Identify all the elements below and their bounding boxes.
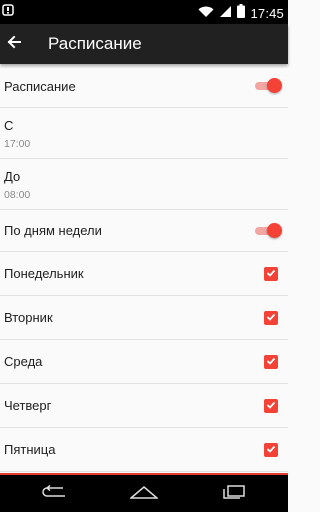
day-row-friday[interactable]: Пятница <box>0 428 288 472</box>
to-label: До <box>4 169 21 184</box>
wifi-icon <box>198 5 214 23</box>
check-icon <box>266 397 276 415</box>
to-time-value: 08:00 <box>4 189 31 201</box>
day-checkbox-tuesday[interactable] <box>264 311 278 325</box>
nav-home-button[interactable] <box>128 484 160 504</box>
day-checkbox-friday[interactable] <box>264 443 278 457</box>
day-row-tuesday[interactable]: Вторник <box>0 296 288 340</box>
status-bar: 17:45 <box>0 0 288 24</box>
by-weekdays-label: По дням недели <box>4 223 102 238</box>
system-nav-bar <box>0 475 288 512</box>
to-time-row[interactable]: До 08:00 <box>0 159 288 210</box>
status-time: 17:45 <box>250 6 284 21</box>
day-checkbox-monday[interactable] <box>264 267 278 281</box>
day-checkbox-wednesday[interactable] <box>264 355 278 369</box>
back-nav-icon <box>41 484 67 504</box>
schedule-toggle[interactable] <box>254 77 282 95</box>
schedule-label: Расписание <box>4 79 76 94</box>
arrow-back-icon <box>7 35 21 54</box>
by-weekdays-row[interactable]: По дням недели <box>0 210 288 252</box>
day-row-wednesday[interactable]: Среда <box>0 340 288 384</box>
from-time-row[interactable]: С 17:00 <box>0 108 288 159</box>
day-label: Среда <box>4 354 43 369</box>
day-label: Понедельник <box>4 266 84 281</box>
check-icon <box>266 309 276 327</box>
from-time-value: 17:00 <box>4 138 31 150</box>
battery-icon <box>237 4 246 23</box>
by-weekdays-toggle[interactable] <box>254 222 282 240</box>
back-button[interactable] <box>2 28 26 60</box>
page-title: Расписание <box>48 34 142 53</box>
nav-back-button[interactable] <box>40 484 68 504</box>
notification-icon <box>2 3 14 16</box>
app-bar: Расписание <box>0 24 288 64</box>
day-row-monday[interactable]: Понедельник <box>0 252 288 296</box>
screen: 17:45 Расписание Расписание С 17:00 До 0… <box>0 0 288 512</box>
home-nav-icon <box>128 485 160 504</box>
day-row-thursday[interactable]: Четверг <box>0 384 288 428</box>
toggle-thumb <box>267 223 282 238</box>
check-icon <box>266 265 276 283</box>
day-label: Вторник <box>4 310 53 325</box>
nav-recents-button[interactable] <box>220 484 248 504</box>
day-label: Пятница <box>4 442 56 457</box>
toggle-thumb <box>267 78 282 93</box>
recents-nav-icon <box>222 484 246 504</box>
check-icon <box>266 353 276 371</box>
day-label: Четверг <box>4 398 52 413</box>
settings-list: Расписание С 17:00 До 08:00 По дням неде… <box>0 64 288 474</box>
schedule-setting-row[interactable]: Расписание <box>0 64 288 108</box>
day-checkbox-thursday[interactable] <box>264 399 278 413</box>
signal-icon <box>219 5 232 23</box>
from-label: С <box>4 118 14 133</box>
check-icon <box>266 441 276 459</box>
